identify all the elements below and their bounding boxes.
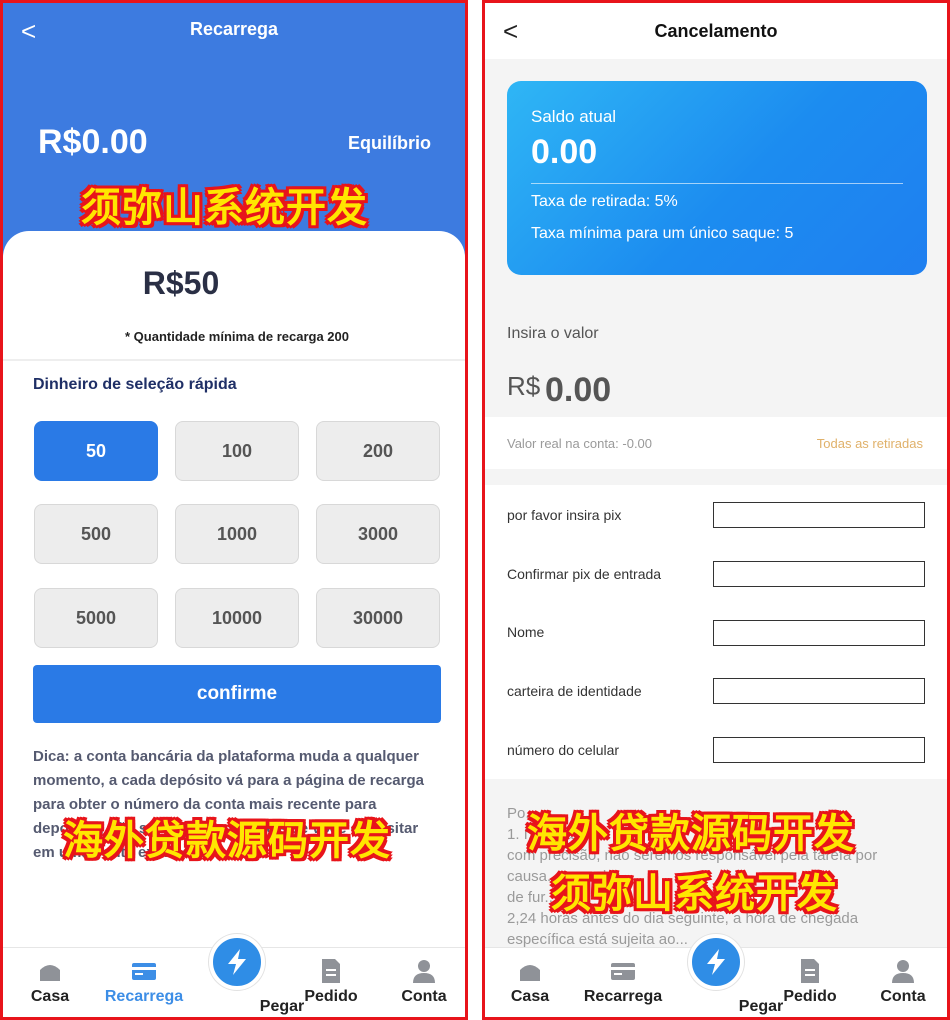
balance-value: 0.00 bbox=[531, 133, 598, 171]
bottom-tab-bar: Casa Recarrega Pegar Pedido Conta bbox=[3, 934, 465, 1017]
card-divider bbox=[531, 183, 903, 184]
confirm-button[interactable]: confirme bbox=[33, 665, 441, 723]
tab-label: Pedido bbox=[783, 988, 837, 1005]
home-icon bbox=[40, 965, 60, 981]
bottom-tab-bar: Casa Recarrega Pegar Pedido Conta bbox=[485, 934, 947, 1017]
form-label: Confirmar pix de entrada bbox=[507, 566, 662, 582]
page-title: Recarrega bbox=[189, 19, 279, 39]
all-withdrawals-link[interactable]: Todas as retiradas bbox=[817, 436, 923, 451]
tab-conta[interactable]: Conta bbox=[858, 958, 947, 1017]
pix-input[interactable] bbox=[713, 502, 925, 528]
amount-button[interactable]: 200 bbox=[316, 421, 440, 481]
form-label: número do celular bbox=[507, 742, 620, 758]
tab-pegar[interactable]: Pegar bbox=[671, 934, 783, 1017]
form-label: por favor insira pix bbox=[507, 507, 622, 523]
currency-symbol: R$ bbox=[507, 371, 541, 401]
watermark-text: 须弥山系统开发 bbox=[81, 185, 368, 231]
amount-button[interactable]: 50 bbox=[34, 421, 158, 481]
form-label: carteira de identidade bbox=[507, 683, 642, 699]
document-icon bbox=[801, 959, 819, 983]
withdraw-screen: < Cancelamento Saldo atual 0.00 Taxa de … bbox=[482, 0, 950, 1020]
user-icon bbox=[892, 960, 914, 983]
tab-conta[interactable]: Conta bbox=[379, 958, 465, 1017]
amount-button[interactable]: 3000 bbox=[316, 504, 440, 564]
real-value-text: Valor real na conta: -0.00 bbox=[507, 436, 653, 451]
user-icon bbox=[413, 960, 435, 983]
tab-label: Casa bbox=[510, 988, 550, 1005]
pegar-fab[interactable] bbox=[209, 934, 265, 990]
tab-pedido[interactable]: Pedido bbox=[765, 958, 855, 1017]
tab-pegar[interactable]: Pegar bbox=[192, 934, 304, 1017]
confirm-pix-input[interactable] bbox=[713, 561, 925, 587]
pegar-fab[interactable] bbox=[688, 934, 744, 990]
tab-label: Pedido bbox=[304, 988, 358, 1005]
tab-label: Conta bbox=[880, 988, 926, 1005]
amount-button[interactable]: 30000 bbox=[316, 588, 440, 648]
form-label: Nome bbox=[507, 624, 545, 640]
balance-card: Saldo atual 0.00 Taxa de retirada: 5% Ta… bbox=[507, 81, 927, 275]
lightning-icon bbox=[228, 949, 246, 975]
amount-button[interactable]: 500 bbox=[34, 504, 158, 564]
watermark-text: 须弥山系统开发 bbox=[551, 871, 838, 917]
card-icon bbox=[611, 963, 635, 980]
tab-recarrega[interactable]: Recarrega bbox=[99, 958, 189, 1017]
selected-amount: R$50 bbox=[142, 265, 220, 301]
page-title: Cancelamento bbox=[654, 21, 778, 41]
home-icon bbox=[520, 965, 540, 981]
amount-label: Insira o valor bbox=[507, 325, 599, 342]
id-card-input[interactable] bbox=[713, 678, 925, 704]
tab-casa[interactable]: Casa bbox=[5, 958, 95, 1017]
lightning-icon bbox=[707, 949, 725, 975]
amount-button[interactable]: 1000 bbox=[175, 504, 299, 564]
recharge-screen: < Recarrega R$0.00 Equilíbrio 须弥山系统开发 R$… bbox=[0, 0, 468, 1020]
phone-input[interactable] bbox=[713, 737, 925, 763]
min-fee: Taxa mínima para um único saque: 5 bbox=[531, 225, 794, 242]
balance-value: R$0.00 bbox=[38, 123, 148, 161]
quick-select-title: Dinheiro de seleção rápida bbox=[33, 376, 237, 393]
amount-button[interactable]: 100 bbox=[175, 421, 299, 481]
withdraw-fee: Taxa de retirada: 5% bbox=[531, 193, 678, 210]
withdraw-header: < Cancelamento bbox=[485, 3, 947, 59]
tab-label: Conta bbox=[401, 988, 447, 1005]
tab-recarrega[interactable]: Recarrega bbox=[578, 958, 668, 1017]
tab-casa[interactable]: Casa bbox=[485, 958, 575, 1017]
watermark-text: 海外贷款源码开发 bbox=[63, 818, 391, 864]
watermark-text: 海外贷款源码开发 bbox=[527, 811, 855, 857]
divider bbox=[3, 359, 465, 361]
balance-label: Saldo atual bbox=[531, 107, 617, 126]
amount-input[interactable]: 0.00 bbox=[545, 371, 611, 410]
tab-label: Casa bbox=[30, 988, 70, 1005]
tab-pedido[interactable]: Pedido bbox=[286, 958, 376, 1017]
name-input[interactable] bbox=[713, 620, 925, 646]
tab-label: Recarrega bbox=[583, 988, 663, 1005]
card-icon bbox=[132, 963, 156, 980]
tab-label: Recarrega bbox=[104, 988, 184, 1005]
balance-label: Equilíbrio bbox=[348, 133, 431, 153]
amount-button[interactable]: 10000 bbox=[175, 588, 299, 648]
minimum-note: * Quantidade mínima de recarga 200 bbox=[125, 329, 349, 344]
amount-button[interactable]: 5000 bbox=[34, 588, 158, 648]
document-icon bbox=[322, 959, 340, 983]
